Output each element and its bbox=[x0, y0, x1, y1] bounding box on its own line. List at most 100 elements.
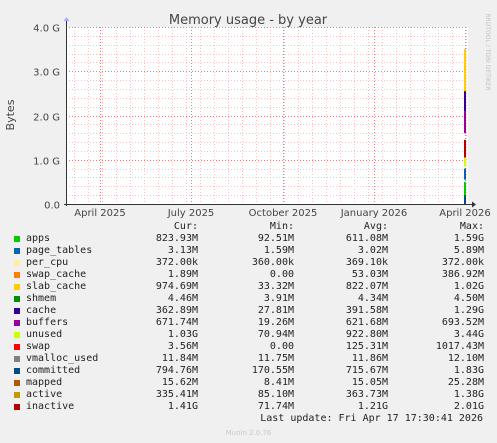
x-axis-arrow bbox=[472, 201, 476, 208]
legend-series-name: swap_cache bbox=[26, 269, 87, 280]
legend-value-max: 2.01G bbox=[453, 401, 484, 412]
legend-row-swap-cache: swap_cache 1.89M 0.00 53.03M 386.92M bbox=[0, 269, 497, 281]
legend-value-avg: 11.86M bbox=[351, 353, 388, 364]
legend-row-shmem: shmem 4.46M 3.91M 4.34M 4.50M bbox=[0, 293, 497, 305]
legend-row-unused: unused 1.03G 70.94M 922.80M 3.44G bbox=[0, 329, 497, 341]
legend-value-max: 3.44G bbox=[453, 329, 484, 340]
legend-value-max: 1.38G bbox=[453, 389, 484, 400]
legend-value-max: 12.10M bbox=[447, 353, 484, 364]
legend-swatch bbox=[14, 320, 20, 326]
legend-series-name: per_cpu bbox=[26, 257, 69, 268]
legend-value-cur: 1.89M bbox=[167, 269, 198, 280]
legend-value-cur: 15.62M bbox=[161, 377, 198, 388]
legend-value-avg: 1.21G bbox=[357, 401, 388, 412]
legend-series-name: swap bbox=[26, 341, 51, 352]
legend-value-max: 1.29G bbox=[453, 305, 484, 316]
legend-value-avg: 715.67M bbox=[345, 365, 388, 376]
legend-row-cache: cache 362.89M 27.81M 391.58M 1.29G bbox=[0, 305, 497, 317]
legend-row-page-tables: page_tables 3.13M 1.59M 3.02M 5.89M bbox=[0, 245, 497, 257]
chart-svg: Memory usage - by year Bytes RRDTOOL / T… bbox=[4, 13, 491, 219]
legend-swatch bbox=[14, 344, 20, 350]
legend-series-name: inactive bbox=[26, 401, 75, 412]
legend-value-avg: 4.34M bbox=[357, 293, 388, 304]
legend-value-min: 85.10M bbox=[257, 389, 294, 400]
x-tick-label: July 2025 bbox=[167, 208, 215, 219]
legend-value-max: 1.02G bbox=[453, 281, 484, 292]
legend-row-vmalloc-used: vmalloc_used 11.84M 11.75M 11.86M 12.10M bbox=[0, 353, 497, 365]
col-min-header: Min: bbox=[269, 221, 294, 232]
legend-value-cur: 974.69M bbox=[155, 281, 198, 292]
legend-value-avg: 363.73M bbox=[345, 389, 388, 400]
legend-row-slab-cache: slab_cache 974.69M 33.32M 822.07M 1.02G bbox=[0, 281, 497, 293]
y-tick-label: 1.0 G bbox=[33, 157, 60, 168]
legend-row-inactive: inactive 1.41G 71.74M 1.21G 2.01G bbox=[0, 401, 497, 413]
legend-value-min: 19.26M bbox=[257, 317, 294, 328]
legend-value-cur: 3.13M bbox=[167, 245, 198, 256]
legend-value-min: 8.41M bbox=[263, 377, 294, 388]
legend-series-name: page_tables bbox=[26, 245, 93, 256]
legend-value-cur: 11.84M bbox=[161, 353, 198, 364]
legend-value-min: 92.51M bbox=[257, 233, 294, 244]
legend-value-min: 71.74M bbox=[257, 401, 294, 412]
legend-value-avg: 125.31M bbox=[345, 341, 388, 352]
legend-row-swap: swap 3.56M 0.00 125.31M 1017.43M bbox=[0, 341, 497, 353]
x-tick-label: January 2026 bbox=[340, 208, 408, 219]
legend-value-cur: 362.89M bbox=[155, 305, 198, 316]
legend-value-min: 0.00 bbox=[269, 269, 294, 280]
legend-row-apps: apps 823.93M 92.51M 611.08M 1.59G bbox=[0, 233, 497, 245]
legend-value-min: 0.00 bbox=[269, 341, 294, 352]
col-cur-header: Cur: bbox=[173, 221, 198, 232]
legend-value-cur: 1.41G bbox=[167, 401, 198, 412]
legend-swatch bbox=[14, 392, 20, 398]
x-tick-label: October 2025 bbox=[249, 208, 318, 219]
legend-value-avg: 611.08M bbox=[345, 233, 388, 244]
footer-munin-version: Munin 2.0.76 bbox=[225, 429, 272, 437]
col-avg-header: Avg: bbox=[363, 221, 388, 232]
legend-value-avg: 369.10k bbox=[345, 257, 388, 268]
legend-series-name: unused bbox=[26, 329, 63, 340]
legend-series-name: vmalloc_used bbox=[26, 353, 99, 364]
legend-value-max: 372.00k bbox=[441, 257, 484, 268]
legend-value-cur: 1.03G bbox=[167, 329, 198, 340]
legend-header: Cur: Min: Avg: Max: bbox=[0, 221, 497, 233]
legend-swatch bbox=[14, 404, 20, 410]
legend-series-name: cache bbox=[26, 305, 57, 316]
legend-value-max: 4.50M bbox=[453, 293, 484, 304]
legend-value-avg: 621.68M bbox=[345, 317, 388, 328]
legend-value-max: 1.59G bbox=[453, 233, 484, 244]
legend-row-per-cpu: per_cpu 372.00k 360.00k 369.10k 372.00k bbox=[0, 257, 497, 269]
legend-swatch bbox=[14, 248, 20, 254]
legend-value-cur: 794.76M bbox=[155, 365, 198, 376]
legend-swatch bbox=[14, 296, 20, 302]
col-max-header: Max: bbox=[459, 221, 484, 232]
legend-value-avg: 53.03M bbox=[351, 269, 388, 280]
legend-value-max: 1.83G bbox=[453, 365, 484, 376]
legend-series-name: active bbox=[26, 389, 63, 400]
legend-value-min: 11.75M bbox=[257, 353, 294, 364]
y-axis-arrow bbox=[63, 17, 70, 21]
legend-row-buffers: buffers 671.74M 19.26M 621.68M 693.52M bbox=[0, 317, 497, 329]
legend-value-cur: 372.00k bbox=[155, 257, 198, 268]
legend-swatch bbox=[14, 284, 20, 290]
last-update: Last update: Fri Apr 17 17:30:41 2026 bbox=[260, 413, 483, 424]
legend-swatch bbox=[14, 332, 20, 338]
chart-title: Memory usage - by year bbox=[169, 13, 328, 28]
legend-value-min: 33.32M bbox=[257, 281, 294, 292]
legend-value-avg: 822.07M bbox=[345, 281, 388, 292]
legend-series-name: apps bbox=[26, 233, 51, 244]
legend-value-cur: 4.46M bbox=[167, 293, 198, 304]
legend-value-avg: 391.58M bbox=[345, 305, 388, 316]
legend-series-name: committed bbox=[26, 365, 81, 376]
legend-series-name: slab_cache bbox=[26, 281, 87, 292]
legend-value-max: 5.89M bbox=[453, 245, 484, 256]
legend-value-min: 360.00k bbox=[251, 257, 294, 268]
legend-value-cur: 823.93M bbox=[155, 233, 198, 244]
legend-value-cur: 671.74M bbox=[155, 317, 198, 328]
legend-value-cur: 3.56M bbox=[167, 341, 198, 352]
y-axis-label: Bytes bbox=[4, 99, 17, 130]
legend-swatch bbox=[14, 260, 20, 266]
legend-value-min: 1.59M bbox=[263, 245, 294, 256]
x-tick-label: April 2026 bbox=[439, 208, 490, 219]
legend-value-min: 3.91M bbox=[263, 293, 294, 304]
legend-row-committed: committed 794.76M 170.55M 715.67M 1.83G bbox=[0, 365, 497, 377]
